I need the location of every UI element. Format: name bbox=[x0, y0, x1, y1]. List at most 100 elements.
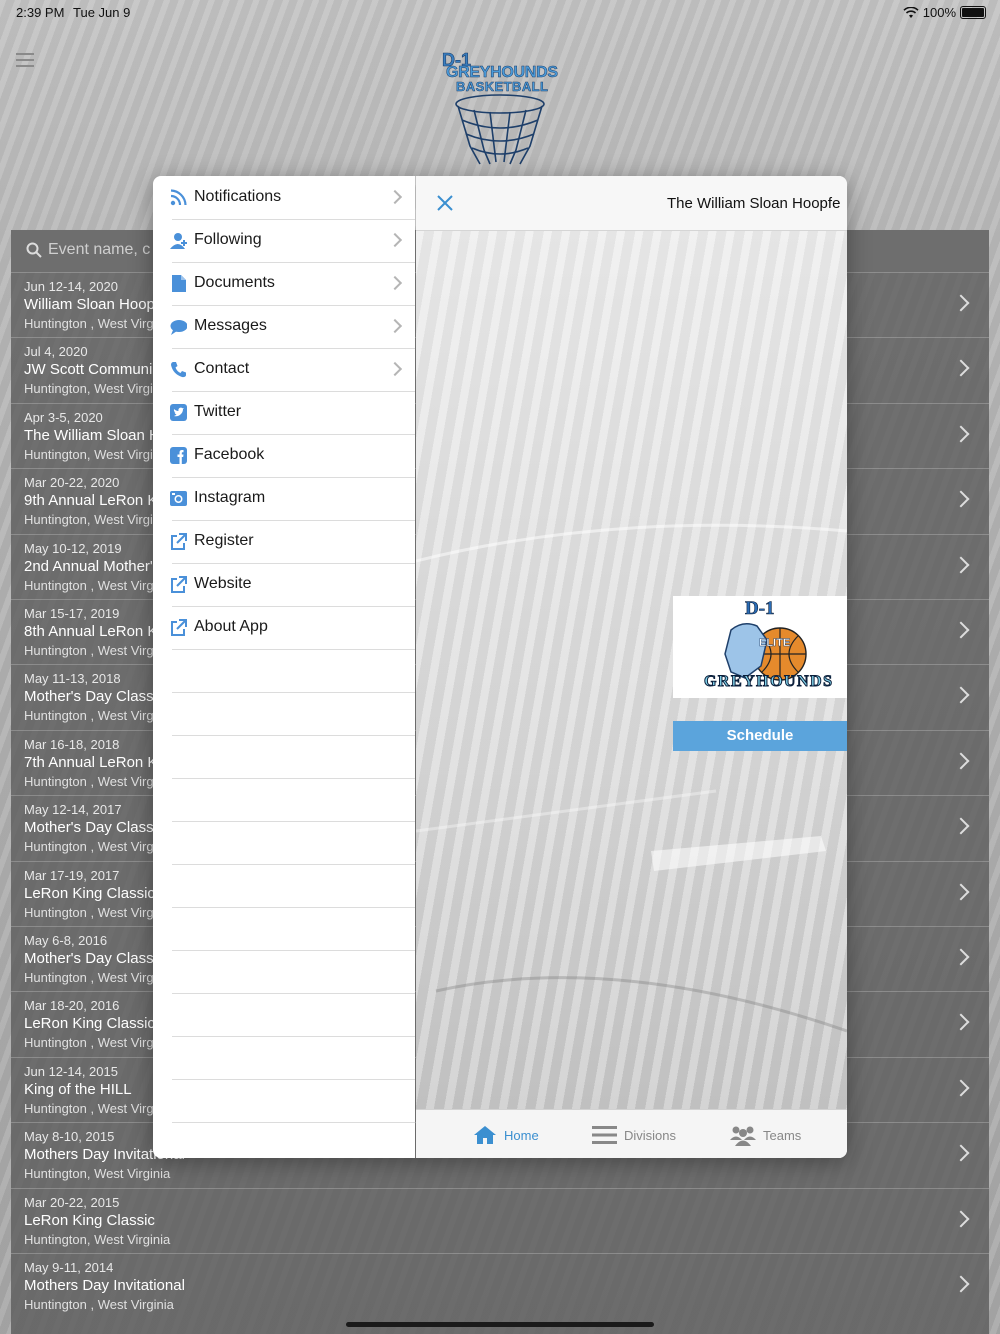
status-time: 2:39 PM bbox=[16, 5, 65, 20]
event-name: Mother's Day Class bbox=[24, 688, 154, 706]
home-icon bbox=[474, 1126, 496, 1144]
menu-item-instagram[interactable]: Instagram bbox=[153, 477, 415, 520]
menu-divider bbox=[172, 520, 415, 521]
menu-item-label: About App bbox=[194, 618, 268, 635]
event-modal: Notifications Following Documents Messages C… bbox=[153, 176, 847, 1158]
menu-item-messages[interactable]: Messages bbox=[153, 305, 415, 348]
chevron-right-icon bbox=[952, 359, 970, 377]
event-date: May 11-13, 2018 bbox=[24, 671, 121, 687]
chevron-right-icon bbox=[952, 883, 970, 901]
home-indicator[interactable] bbox=[346, 1322, 654, 1327]
menu-divider bbox=[172, 821, 415, 822]
event-date: Mar 20-22, 2020 bbox=[24, 475, 120, 491]
event-location: Huntington , West Virgi bbox=[24, 316, 157, 331]
close-icon[interactable] bbox=[436, 194, 454, 212]
menu-item-documents[interactable]: Documents bbox=[153, 262, 415, 305]
menu-item-register[interactable]: Register bbox=[153, 520, 415, 563]
event-location: Huntington, West Virgi bbox=[24, 512, 153, 528]
event-date: May 12-14, 2017 bbox=[24, 802, 122, 818]
list-icon bbox=[592, 1126, 617, 1144]
detail-title: The William Sloan Hoopfe bbox=[667, 195, 841, 212]
chevron-right-icon bbox=[387, 275, 403, 291]
menu-divider bbox=[172, 305, 415, 306]
greyhounds-basketball-logo: D-1 GREYHOUNDS BASKETBALL bbox=[442, 50, 559, 165]
chevron-right-icon bbox=[952, 1013, 970, 1031]
team-logo-elite: ELITE bbox=[759, 637, 790, 649]
hamburger-icon bbox=[16, 53, 34, 55]
chevron-right-icon bbox=[387, 232, 403, 248]
chevron-right-icon bbox=[952, 294, 970, 312]
basketball-net-icon bbox=[455, 94, 545, 165]
chevron-right-icon bbox=[952, 490, 970, 508]
people-icon bbox=[730, 1126, 756, 1146]
menu-divider bbox=[172, 563, 415, 564]
menu-item-twitter[interactable]: Twitter bbox=[153, 391, 415, 434]
event-date: Mar 16-18, 2018 bbox=[24, 736, 120, 752]
event-location: Huntington , West Virgi bbox=[24, 577, 157, 593]
event-location: Huntington, West Virgi bbox=[24, 446, 153, 462]
team-logo-greyhounds: GREYHOUNDS bbox=[704, 673, 832, 690]
menu-item-website[interactable]: Website bbox=[153, 563, 415, 606]
menu-item-label: Documents bbox=[194, 274, 275, 291]
menu-item-facebook[interactable]: Facebook bbox=[153, 434, 415, 477]
menu-divider bbox=[172, 649, 415, 650]
menu-divider bbox=[172, 348, 415, 349]
side-menu: Notifications Following Documents Messages C… bbox=[153, 176, 415, 1158]
add-user-icon bbox=[170, 233, 187, 249]
event-date: Jun 12-14, 2015 bbox=[24, 1063, 118, 1079]
logo-text-basketball: BASKETBALL bbox=[456, 79, 548, 94]
menu-item-label: Register bbox=[194, 532, 254, 549]
menu-button[interactable] bbox=[16, 53, 34, 67]
event-location: Huntington , West Virgi bbox=[24, 904, 157, 920]
search-input[interactable]: Event name, c bbox=[48, 241, 150, 259]
tab-divisions[interactable]: Divisions bbox=[592, 1122, 676, 1148]
menu-item-notifications[interactable]: Notifications bbox=[153, 176, 415, 219]
menu-divider bbox=[172, 907, 415, 908]
status-bar: 2:39 PM Tue Jun 9 100% bbox=[0, 0, 1000, 24]
chevron-right-icon bbox=[952, 817, 970, 835]
chevron-right-icon bbox=[387, 361, 403, 377]
tab-home[interactable]: Home bbox=[473, 1122, 539, 1148]
wifi-icon bbox=[903, 6, 919, 18]
menu-divider bbox=[172, 692, 415, 693]
event-name: 9th Annual LeRon K bbox=[24, 492, 158, 510]
event-name: LeRon King Classic bbox=[24, 1211, 155, 1229]
menu-divider bbox=[172, 950, 415, 951]
detail-header: The William Sloan Hoopfe bbox=[416, 176, 847, 231]
menu-item-following[interactable]: Following bbox=[153, 219, 415, 262]
external-link-icon bbox=[171, 576, 187, 593]
chevron-right-icon bbox=[952, 1079, 970, 1097]
document-icon bbox=[172, 275, 186, 292]
event-row[interactable]: Mar 20-22, 2015 LeRon King Classic Huntin… bbox=[11, 1187, 989, 1254]
chevron-right-icon bbox=[952, 1144, 970, 1162]
event-name: King of the HILL bbox=[24, 1080, 132, 1098]
tab-teams[interactable]: Teams bbox=[730, 1122, 801, 1148]
menu-item-label: Following bbox=[194, 231, 262, 248]
menu-item-contact[interactable]: Contact bbox=[153, 348, 415, 391]
tab-teams-label: Teams bbox=[763, 1127, 802, 1143]
schedule-button[interactable]: Schedule bbox=[673, 721, 847, 751]
event-row[interactable]: May 9-11, 2014 Mothers Day Invitational Hu… bbox=[11, 1253, 989, 1319]
team-logo: D-1 ELITE GREYHOUNDS bbox=[673, 596, 847, 698]
chevron-right-icon bbox=[952, 1210, 970, 1228]
battery-percent: 100% bbox=[922, 5, 956, 20]
menu-item-label: Website bbox=[194, 575, 252, 592]
event-location: Huntington , West Virgi bbox=[24, 839, 157, 855]
event-name: 8th Annual LeRon K bbox=[24, 623, 158, 640]
status-date: Tue Jun 9 bbox=[73, 5, 131, 20]
event-date: Jun 12-14, 2020 bbox=[24, 279, 118, 294]
event-name: Mothers Day Invitational bbox=[24, 1277, 185, 1294]
chevron-right-icon bbox=[952, 425, 970, 443]
external-link-icon bbox=[171, 619, 187, 636]
menu-divider bbox=[172, 391, 415, 392]
search-icon bbox=[26, 242, 42, 258]
chevron-right-icon bbox=[387, 318, 403, 334]
chat-bubble-icon bbox=[170, 320, 187, 335]
menu-item-about-app[interactable]: About App bbox=[153, 606, 415, 649]
event-location: Huntington , West Virgi bbox=[24, 1035, 157, 1051]
team-logo-d1: D-1 bbox=[745, 598, 775, 619]
event-detail-panel: The William Sloan Hoopfe D-1 ELITE GREYH… bbox=[416, 176, 847, 1158]
event-location: Huntington , West Virgi bbox=[24, 643, 157, 658]
tab-home-label: Home bbox=[504, 1127, 539, 1143]
event-name: The William Sloan H bbox=[24, 426, 160, 444]
